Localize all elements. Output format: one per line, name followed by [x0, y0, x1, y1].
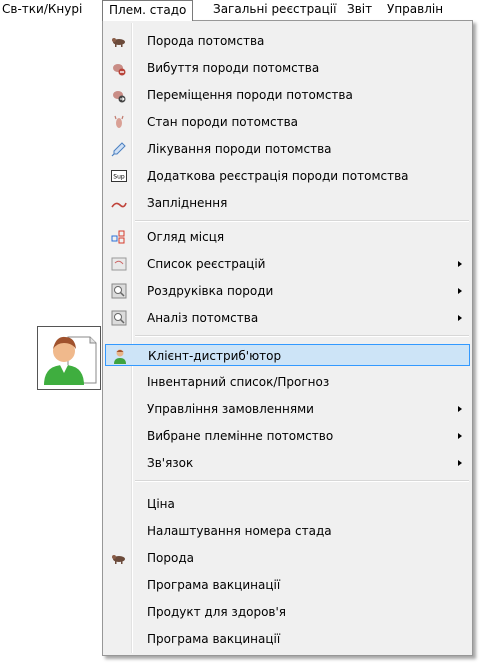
menu-item-vaccination-program-2[interactable]: Програма вакцинації	[105, 628, 470, 650]
submenu-arrow-icon	[458, 288, 462, 294]
syringe-icon	[111, 142, 126, 157]
svg-text:Sup: Sup	[113, 174, 125, 181]
analysis-icon	[111, 310, 127, 326]
menu-item-offspring-extra-registration[interactable]: Sup Додаткова реєстрація породи потомств…	[105, 165, 470, 187]
menu-separator	[135, 220, 469, 222]
menu-item-herd-number-settings[interactable]: Налаштування номера стада	[105, 520, 470, 542]
sup-icon: Sup	[111, 170, 127, 182]
menu-item-offspring-status[interactable]: Стан породи потомства	[105, 111, 470, 133]
pig-icon	[112, 38, 125, 47]
menu-item-registration-list[interactable]: Список реєстрацій	[105, 253, 470, 275]
menu-item-offspring-treatment[interactable]: Лікування породи потомства	[105, 138, 470, 160]
client-preview-icon	[37, 326, 101, 390]
menu-item-offspring-exit[interactable]: Вибуття породи потомства	[105, 57, 470, 79]
menu-management[interactable]: Управлін	[381, 0, 449, 20]
pig-move-icon	[113, 91, 126, 103]
menu-general-registrations[interactable]: Загальні реєстрації	[207, 0, 342, 20]
menu-item-selected-breeding-offspring[interactable]: Вибране племінне потомство	[105, 425, 470, 447]
menu-item-insemination[interactable]: Запліднення	[105, 192, 470, 214]
print-icon	[111, 283, 127, 299]
menu-item-connection[interactable]: Зв'язок	[105, 452, 470, 474]
menu-breeding-herd[interactable]: Плем. стадо	[102, 0, 194, 21]
menu-item-client-distributor[interactable]: Клієнт-дистриб'ютор	[105, 344, 470, 366]
menu-item-location-overview[interactable]: Огляд місця	[105, 226, 470, 248]
menu-item-order-management[interactable]: Управління замовленнями	[105, 398, 470, 420]
submenu-arrow-icon	[458, 315, 462, 321]
menu-item-breed-printout[interactable]: Роздруківка породи	[105, 280, 470, 302]
pig-status-icon	[114, 115, 124, 128]
menu-separator	[135, 480, 469, 482]
submenu-arrow-icon	[458, 261, 462, 267]
client-icon	[114, 349, 126, 364]
list-icon	[111, 257, 127, 271]
submenu-arrow-icon	[458, 433, 462, 439]
menubar: Св-тки/Кнурі Плем. стадо Загальні реєстр…	[0, 0, 485, 21]
menu-item-offspring-move[interactable]: Переміщення породи потомства	[105, 84, 470, 106]
submenu-arrow-icon	[458, 406, 462, 412]
menu-item-health-product[interactable]: Продукт для здоров'я	[105, 601, 470, 623]
menu-separator	[135, 335, 469, 337]
menu-item-inventory-forecast[interactable]: Інвентарний список/Прогноз	[105, 371, 470, 393]
location-grid-icon	[111, 230, 125, 244]
menu-report[interactable]: Звіт	[341, 0, 378, 20]
menu-item-offspring-breed[interactable]: Порода потомства	[105, 30, 470, 52]
pig-icon	[112, 555, 125, 564]
pig-remove-icon	[113, 64, 126, 76]
menu-item-vaccination-program[interactable]: Програма вакцинації	[105, 574, 470, 596]
menu-item-offspring-analysis[interactable]: Аналіз потомства	[105, 307, 470, 329]
menu-item-breed[interactable]: Порода	[105, 547, 470, 569]
breeding-herd-dropdown: Порода потомства Вибуття породи потомств…	[102, 20, 473, 656]
menu-sows-boars[interactable]: Св-тки/Кнурі	[0, 0, 88, 20]
insemination-icon	[111, 202, 127, 208]
submenu-arrow-icon	[458, 460, 462, 466]
menu-item-price[interactable]: Ціна	[105, 493, 470, 515]
